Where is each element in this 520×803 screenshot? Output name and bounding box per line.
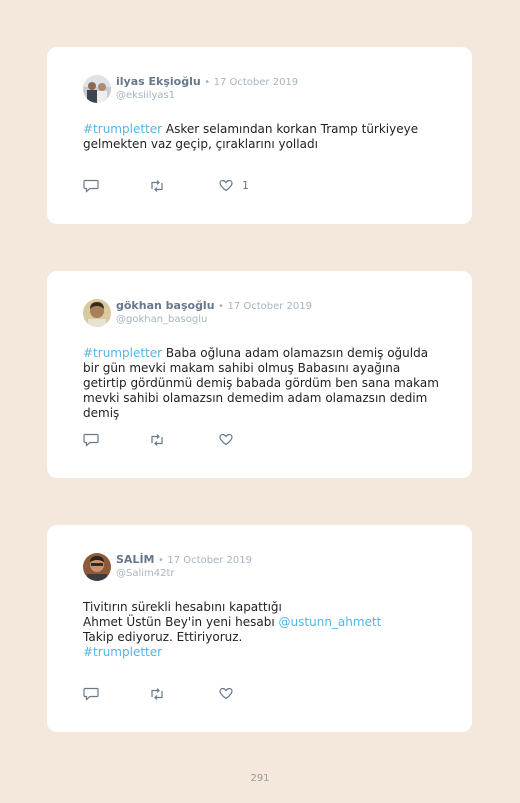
author-name[interactable]: gökhan başoğlu: [116, 299, 215, 312]
separator: •: [218, 301, 224, 312]
separator: •: [157, 555, 164, 566]
tweet-header: gökhan başoğlu • 17 October 2019 @gokhan…: [83, 299, 312, 327]
author-name[interactable]: SALİM: [116, 553, 154, 566]
author-handle[interactable]: @Salim42tr: [116, 567, 252, 580]
tweet-card: ilyas Ekşioğlu • 17 October 2019 @eksiil…: [47, 47, 472, 224]
tweet-header: SALİM • 17 October 2019 @Salim42tr: [83, 553, 252, 581]
heart-icon[interactable]: [219, 433, 233, 446]
avatar[interactable]: [83, 299, 111, 327]
heart-icon[interactable]: [219, 179, 233, 192]
page-number: 291: [250, 773, 270, 784]
reply-icon[interactable]: [83, 179, 99, 193]
hashtag-link[interactable]: #trumpletter: [83, 346, 162, 360]
avatar[interactable]: [83, 75, 111, 103]
hashtag-link[interactable]: #trumpletter: [83, 122, 162, 136]
author-handle[interactable]: @eksiilyas1: [116, 89, 298, 102]
like-count: 1: [242, 179, 249, 192]
retweet-icon[interactable]: [149, 687, 165, 701]
tweet-text: Tivitırın sürekli hesabını kapattığı Ahm…: [83, 600, 443, 660]
tweet-text: #trumpletter Asker selamından korkan Tra…: [83, 122, 443, 152]
tweet-card: SALİM • 17 October 2019 @Salim42tr Tivit…: [47, 525, 472, 732]
separator: •: [204, 77, 211, 88]
tweet-date[interactable]: 17 October 2019: [227, 301, 312, 312]
author-handle[interactable]: @gokhan_basoglu: [116, 313, 312, 326]
tweet-line: Ahmet Üstün Bey'in yeni hesabı @ustunn_a…: [83, 615, 443, 630]
tweet-line-text: Ahmet Üstün Bey'in yeni hesabı: [83, 615, 279, 629]
avatar[interactable]: [83, 553, 111, 581]
tweet-line: Tivitırın sürekli hesabını kapattığı: [83, 600, 282, 614]
tweet-text: #trumpletter Baba oğluna adam olamazsın …: [83, 346, 443, 421]
tweet-card: gökhan başoğlu • 17 October 2019 @gokhan…: [47, 271, 472, 478]
hashtag-link[interactable]: #trumpletter: [83, 645, 443, 660]
tweet-line: Takip ediyoruz. Ettiriyoruz.: [83, 630, 243, 644]
retweet-icon[interactable]: [149, 179, 165, 193]
tweet-date[interactable]: 17 October 2019: [214, 77, 299, 88]
tweet-header: ilyas Ekşioğlu • 17 October 2019 @eksiil…: [83, 75, 298, 103]
reply-icon[interactable]: [83, 687, 99, 701]
author-name[interactable]: ilyas Ekşioğlu: [116, 75, 201, 88]
retweet-icon[interactable]: [149, 433, 165, 447]
heart-icon[interactable]: [219, 687, 233, 700]
tweet-date[interactable]: 17 October 2019: [167, 555, 252, 566]
reply-icon[interactable]: [83, 433, 99, 447]
mention-link[interactable]: @ustunn_ahmett: [279, 615, 382, 629]
